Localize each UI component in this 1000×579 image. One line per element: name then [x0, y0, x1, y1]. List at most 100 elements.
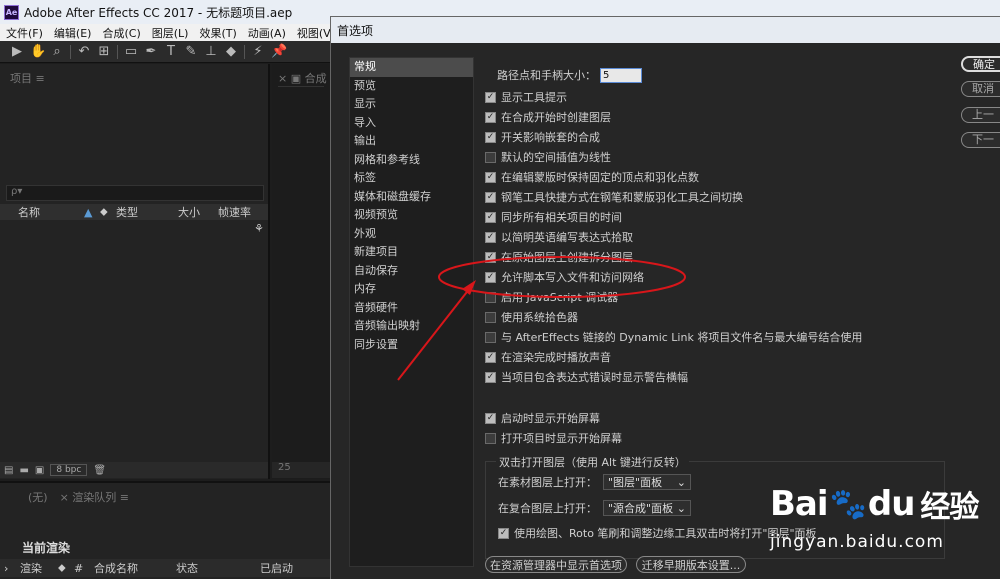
new-folder-icon[interactable]: ▬ — [19, 465, 28, 476]
option-row[interactable]: ✓ 在合成开始时创建图层 — [485, 109, 611, 125]
category-sync-settings[interactable]: 同步设置 — [350, 336, 473, 355]
option-row[interactable]: ✓ 以简明英语编写表达式拾取 — [485, 229, 633, 245]
tab-render-queue[interactable]: × 渲染队列 ≡ — [60, 489, 129, 505]
category-display[interactable]: 显示 — [350, 95, 473, 114]
option-row[interactable]: 默认的空间插值为线性 — [485, 149, 611, 165]
roto-option-row[interactable]: ✓ 使用绘图、Roto 笔刷和调整边缘工具双击时将打开"图层"面板 — [498, 525, 817, 541]
checkbox[interactable]: ✓ — [485, 231, 496, 243]
checkbox[interactable] — [485, 291, 496, 303]
cancel-button[interactable]: 取消 — [961, 81, 1000, 97]
checkbox[interactable]: ✓ — [485, 191, 496, 203]
composition-tab[interactable]: × ▣ 合成 — [278, 70, 327, 86]
category-appearance[interactable]: 外观 — [350, 225, 473, 244]
column-render[interactable]: 渲染 — [20, 560, 58, 576]
text-tool-icon[interactable]: T — [164, 44, 178, 59]
footage-layer-dropdown[interactable]: "图层"面板 ⌄ — [603, 474, 691, 490]
checkbox[interactable] — [485, 311, 496, 323]
option-row[interactable]: ✓ 同步所有相关项目的时间 — [485, 209, 622, 225]
flowchart-icon[interactable]: ⚘ — [254, 222, 264, 235]
ok-button[interactable]: 确定 — [961, 56, 1000, 72]
project-search-input[interactable]: ρ▾ — [6, 185, 264, 201]
handle-size-input[interactable]: 5 — [600, 67, 642, 83]
category-audio-output-mapping[interactable]: 音频输出映射 — [350, 317, 473, 336]
pen-tool-icon[interactable]: ✒ — [144, 44, 158, 59]
option-row[interactable]: 使用系统拾色器 — [485, 309, 578, 325]
checkbox[interactable]: ✓ — [485, 91, 496, 103]
interpret-footage-icon[interactable]: ▤ — [4, 465, 13, 476]
checkbox[interactable]: ✓ — [485, 371, 496, 383]
category-media-cache[interactable]: 媒体和磁盘缓存 — [350, 188, 473, 207]
brush-tool-icon[interactable]: ✎ — [184, 44, 198, 59]
option-row[interactable]: ✓ 在原始图层上创建拆分图层 — [485, 249, 633, 265]
menu-animation[interactable]: 动画(A) — [248, 25, 286, 41]
rectangle-tool-icon[interactable]: ▭ — [124, 44, 138, 59]
puppet-tool-icon[interactable]: 📌 — [271, 44, 287, 59]
category-general[interactable]: 常规 — [350, 58, 473, 77]
option-row[interactable]: ✓ 当项目包含表达式错误时显示警告横幅 — [485, 369, 688, 385]
checkbox[interactable]: ✓ — [498, 527, 509, 539]
option-row[interactable]: ✓ 显示工具提示 — [485, 89, 567, 105]
category-memory[interactable]: 内存 — [350, 280, 473, 299]
category-auto-save[interactable]: 自动保存 — [350, 262, 473, 281]
option-row[interactable]: ✓ 开关影响嵌套的合成 — [485, 129, 600, 145]
category-labels[interactable]: 标签 — [350, 169, 473, 188]
menu-composition[interactable]: 合成(C) — [102, 25, 140, 41]
label-tag-icon[interactable]: ⬥ — [58, 561, 74, 575]
checkbox[interactable]: ✓ — [485, 211, 496, 223]
category-audio-hardware[interactable]: 音频硬件 — [350, 299, 473, 318]
sort-ascending-icon[interactable]: ▲ — [84, 206, 100, 219]
menu-edit[interactable]: 编辑(E) — [54, 25, 92, 41]
previous-button[interactable]: 上一 — [961, 107, 1000, 123]
category-previews[interactable]: 预览 — [350, 77, 473, 96]
category-grids-guides[interactable]: 网格和参考线 — [350, 151, 473, 170]
column-framerate[interactable]: 帧速率 — [218, 204, 264, 220]
column-status[interactable]: 状态 — [176, 560, 260, 576]
checkbox[interactable]: ✓ — [485, 412, 496, 424]
trash-icon[interactable]: 🗑 — [93, 465, 106, 476]
menu-effect[interactable]: 效果(T) — [199, 25, 236, 41]
composition-footer[interactable]: 25 — [272, 462, 330, 478]
menu-file[interactable]: 文件(F) — [6, 25, 43, 41]
rotate-tool-icon[interactable]: ↶ — [77, 44, 91, 59]
column-type[interactable]: 类型 — [116, 204, 178, 220]
option-row[interactable]: ✓ 在编辑蒙版时保持固定的顶点和羽化点数 — [485, 169, 699, 185]
eraser-tool-icon[interactable]: ◆ — [224, 44, 238, 59]
option-row[interactable]: ✓ 在渲染完成时播放声音 — [485, 349, 611, 365]
zoom-tool-icon[interactable]: ⌕ — [50, 44, 64, 59]
checkbox[interactable]: ✓ — [485, 131, 496, 143]
option-row[interactable]: ✓ 钢笔工具快捷方式在钢笔和蒙版羽化工具之间切换 — [485, 189, 743, 205]
column-started[interactable]: 已启动 — [260, 560, 320, 576]
column-number[interactable]: # — [74, 562, 94, 575]
category-new-project[interactable]: 新建项目 — [350, 243, 473, 262]
hand-tool-icon[interactable]: ✋ — [30, 44, 46, 59]
expand-arrow-icon[interactable]: › — [0, 562, 20, 575]
startup-option-row[interactable]: ✓ 启动时显示开始屏幕 — [485, 410, 600, 426]
next-button[interactable]: 下一 — [961, 132, 1000, 148]
checkbox[interactable]: ✓ — [485, 271, 496, 283]
category-video-preview[interactable]: 视频预览 — [350, 206, 473, 225]
checkbox[interactable]: ✓ — [485, 171, 496, 183]
option-row[interactable]: 与 AfterEffects 链接的 Dynamic Link 将项目文件名与最… — [485, 329, 862, 345]
comp-layer-dropdown[interactable]: "源合成"面板 ⌄ — [603, 500, 691, 516]
column-name[interactable]: 名称 — [18, 204, 84, 220]
category-import[interactable]: 导入 — [350, 114, 473, 133]
checkbox[interactable] — [485, 432, 496, 444]
reveal-preferences-button[interactable]: 在资源管理器中显示首选项 — [485, 556, 627, 573]
bit-depth-button[interactable]: 8 bpc — [50, 464, 88, 476]
checkbox[interactable] — [485, 151, 496, 163]
migrate-settings-button[interactable]: 迁移早期版本设置... — [636, 556, 746, 573]
checkbox[interactable]: ✓ — [485, 351, 496, 363]
checkbox[interactable] — [485, 331, 496, 343]
tab-none[interactable]: (无) — [28, 489, 48, 505]
label-tag-icon[interactable]: ⬥ — [100, 205, 116, 219]
startup-option-row[interactable]: 打开项目时显示开始屏幕 — [485, 430, 622, 446]
roto-tool-icon[interactable]: ⚡ — [251, 44, 265, 59]
selection-tool-icon[interactable]: ▶ — [10, 44, 24, 59]
category-output[interactable]: 输出 — [350, 132, 473, 151]
option-row[interactable]: 启用 JavaScript 调试器 — [485, 289, 618, 305]
option-row[interactable]: ✓ 允许脚本写入文件和访问网络 — [485, 269, 644, 285]
checkbox[interactable]: ✓ — [485, 111, 496, 123]
column-size[interactable]: 大小 — [178, 204, 218, 220]
camera-tool-icon[interactable]: ⊞ — [97, 44, 111, 59]
column-comp-name[interactable]: 合成名称 — [94, 560, 176, 576]
